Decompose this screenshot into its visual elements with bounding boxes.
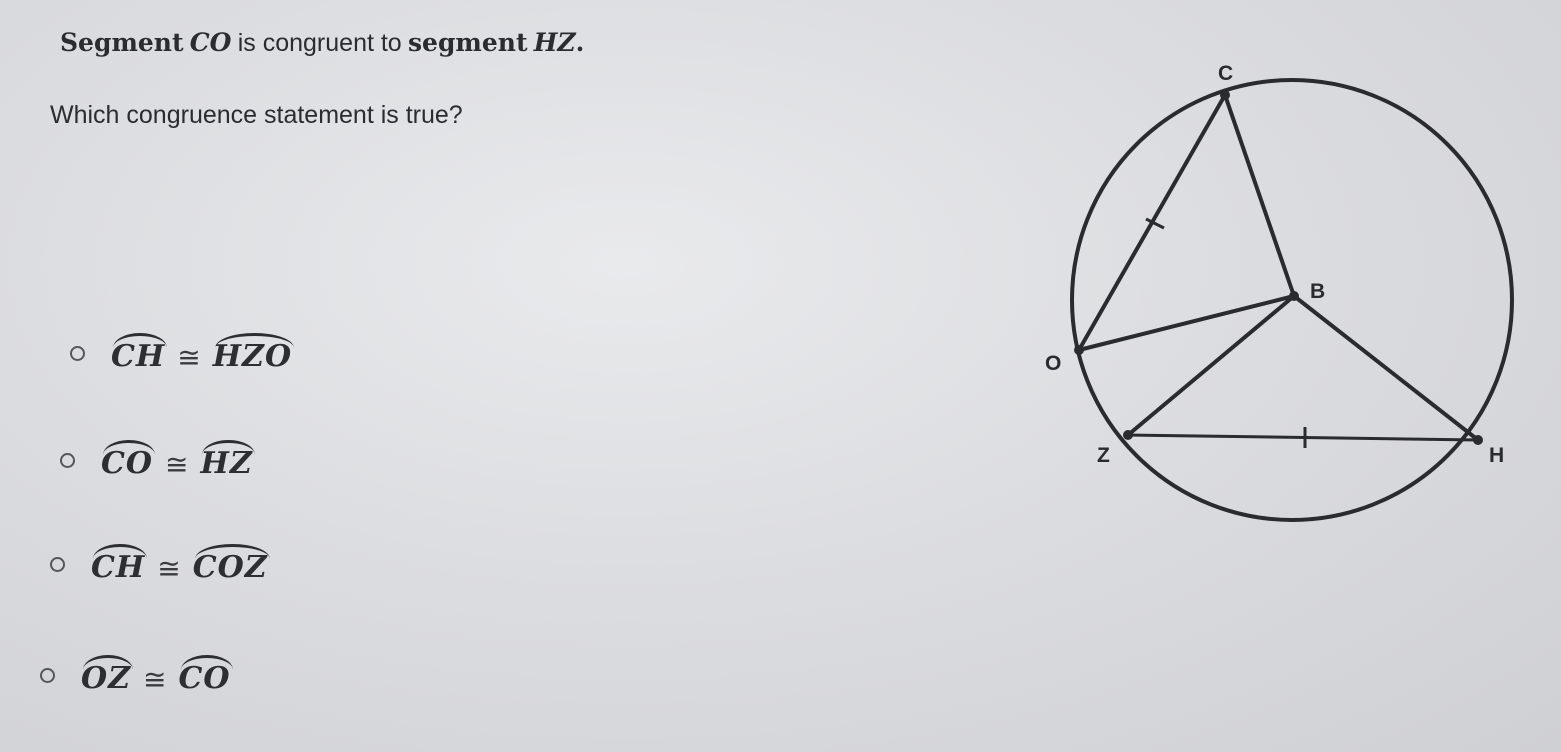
point-b <box>1289 291 1299 301</box>
point-z <box>1123 430 1133 440</box>
label-b: B <box>1310 280 1325 303</box>
label-z: Z <box>1097 444 1110 467</box>
segment-hb <box>1292 294 1480 442</box>
point-o <box>1074 345 1084 355</box>
point-c <box>1220 90 1230 100</box>
label-o: O <box>1045 352 1061 375</box>
segment-zh <box>1127 433 1479 442</box>
circle-diagram: C B O Z H <box>1045 62 1514 522</box>
point-h <box>1473 435 1483 445</box>
label-h: H <box>1489 444 1504 467</box>
segment-cb <box>1223 94 1296 297</box>
label-c: C <box>1218 62 1233 85</box>
